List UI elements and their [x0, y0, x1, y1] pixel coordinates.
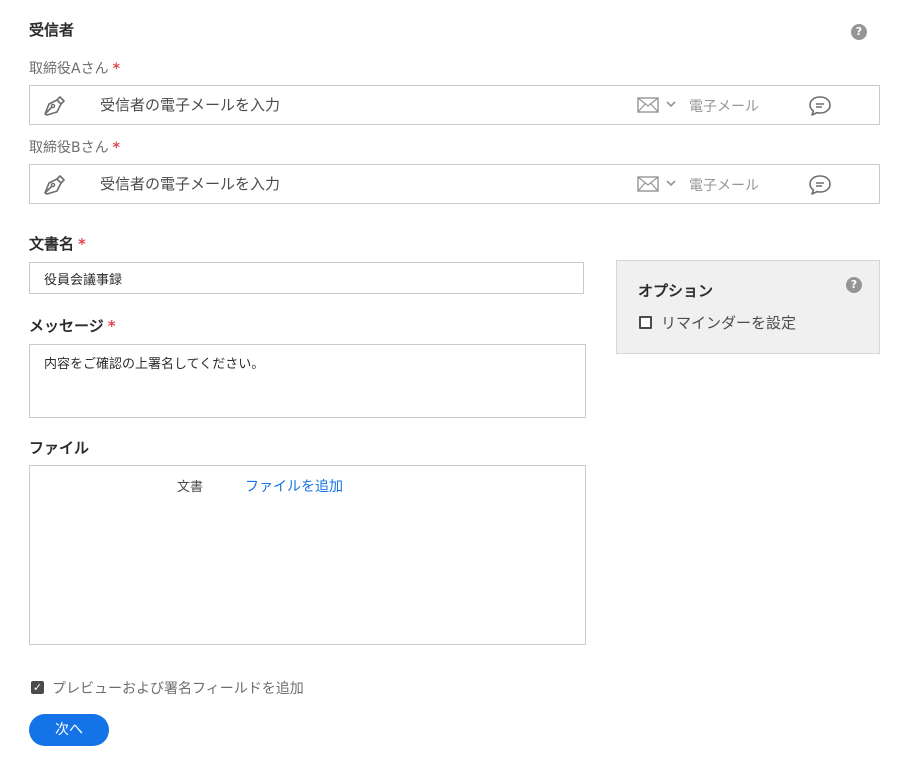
message-textarea[interactable]: 内容をご確認の上署名してください。: [29, 344, 586, 418]
next-button[interactable]: 次へ: [29, 714, 109, 746]
recipient-a-row: 電子メール: [29, 85, 880, 125]
pen-icon[interactable]: [42, 95, 66, 117]
chevron-down-icon[interactable]: [666, 100, 676, 108]
recipient-b-label: 取締役Bさん: [29, 140, 109, 156]
document-name-input[interactable]: [29, 262, 584, 294]
chat-bubble-icon[interactable]: [808, 95, 832, 117]
recipient-a-label-wrap: 取締役Aさん *: [29, 58, 120, 78]
set-reminder-checkbox[interactable]: [639, 316, 652, 329]
required-asterisk: *: [112, 61, 120, 77]
recipient-b-email-input[interactable]: [90, 165, 410, 203]
mail-icon[interactable]: [637, 176, 659, 192]
preview-label[interactable]: プレビューおよび署名フィールドを追加: [52, 678, 304, 698]
required-asterisk: *: [107, 317, 116, 335]
recipient-b-auth-method[interactable]: 電子メール: [689, 175, 759, 195]
check-mark-icon: ✓: [32, 681, 43, 694]
options-help-icon[interactable]: ?: [846, 277, 862, 293]
options-title: オプション: [638, 282, 714, 300]
chevron-down-icon[interactable]: [666, 179, 676, 187]
files-label: ファイル: [29, 439, 90, 457]
recipient-a-label: 取締役Aさん: [29, 61, 109, 77]
document-name-label: 文書名: [29, 235, 75, 253]
required-asterisk: *: [112, 140, 120, 156]
file-drop-area[interactable]: 文書 ファイルを追加: [29, 465, 586, 645]
pen-icon[interactable]: [42, 174, 66, 196]
recipient-b-row: 電子メール: [29, 164, 880, 204]
recipient-a-email-input[interactable]: [90, 86, 410, 124]
recipients-help-icon[interactable]: ?: [851, 24, 867, 40]
message-label-wrap: メッセージ *: [29, 315, 116, 336]
mail-icon[interactable]: [637, 97, 659, 113]
document-name-label-wrap: 文書名 *: [29, 233, 86, 254]
file-kind-label: 文書: [177, 480, 204, 495]
required-asterisk: *: [78, 235, 86, 253]
options-panel: オプション ? リマインダーを設定: [616, 260, 880, 354]
recipients-title: 受信者: [29, 21, 75, 39]
set-reminder-label[interactable]: リマインダーを設定: [661, 312, 796, 333]
recipient-a-auth-method[interactable]: 電子メール: [689, 96, 759, 116]
recipient-b-label-wrap: 取締役Bさん *: [29, 137, 120, 157]
preview-checkbox[interactable]: ✓: [31, 681, 44, 694]
chat-bubble-icon[interactable]: [808, 174, 832, 196]
add-file-link[interactable]: ファイルを追加: [245, 476, 343, 496]
message-label: メッセージ: [29, 317, 104, 335]
